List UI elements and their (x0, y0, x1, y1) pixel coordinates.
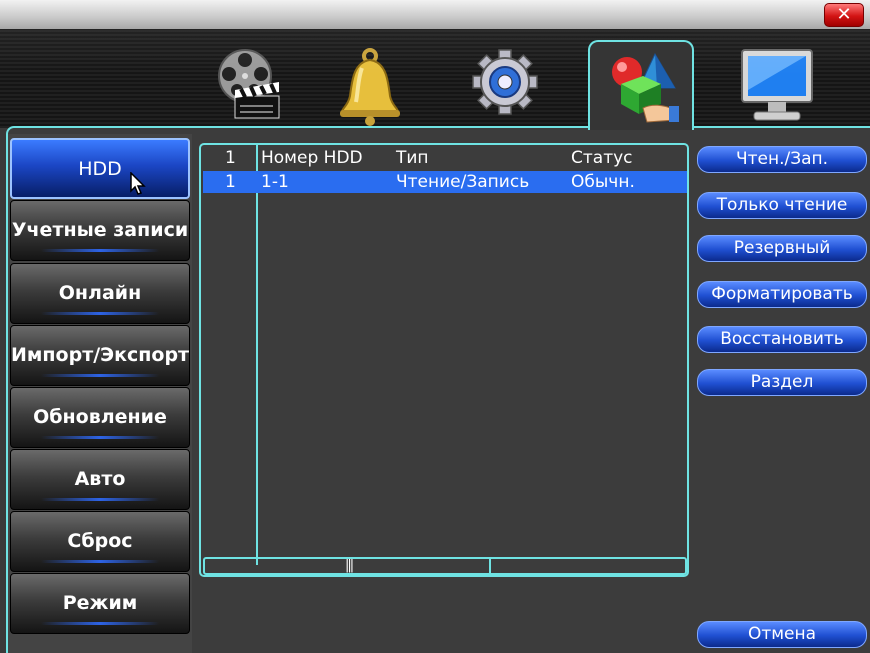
read-only-button[interactable]: Только чтение (697, 192, 867, 219)
mouse-pointer-icon (130, 172, 146, 195)
scroll-grip-icon: ||| (345, 558, 354, 573)
menu-item-import-export[interactable]: Импорт/Экспорт (10, 325, 190, 386)
advanced-tools-icon[interactable] (588, 40, 694, 130)
menu-item-mode[interactable]: Режим (10, 573, 190, 634)
recover-button[interactable]: Восстановить (697, 326, 867, 353)
format-button[interactable]: Форматировать (697, 281, 867, 308)
row-hdd-number: 1-1 (261, 172, 289, 192)
redundant-button[interactable]: Резервный (697, 235, 867, 262)
close-button[interactable]: ✕ (824, 3, 864, 27)
close-icon: ✕ (836, 4, 852, 25)
hdd-table: 1 Номер HDD Тип Статус 1 1-1 Чтение/Запи… (199, 143, 689, 577)
header-hdd-number: Номер HDD (261, 148, 363, 168)
partition-button[interactable]: Раздел (697, 369, 867, 396)
left-menu: HDD Учетные записи Онлайн Импорт/Экспорт… (8, 134, 192, 653)
cancel-button[interactable]: Отмена (697, 621, 867, 648)
menu-item-online[interactable]: Онлайн (10, 263, 190, 324)
menu-item-update[interactable]: Обновление (10, 387, 190, 448)
header-type: Тип (396, 148, 429, 168)
horizontal-scrollbar[interactable]: ||| (203, 557, 687, 575)
menu-item-auto[interactable]: Авто (10, 449, 190, 510)
row-type: Чтение/Запись (396, 172, 530, 192)
info-monitor-icon[interactable] (724, 40, 830, 128)
hdd-management-window: ✕ HDD Учетные записи Онлайн Импорт/Экспо… (0, 0, 870, 653)
read-write-button[interactable]: Чтен./Зап. (697, 146, 867, 173)
row-status: Обычн. (571, 172, 635, 192)
alarm-bell-icon[interactable] (317, 40, 423, 128)
table-row[interactable]: 1 1-1 Чтение/Запись Обычн. (203, 171, 687, 193)
row-index: 1 (225, 172, 236, 192)
record-film-icon[interactable] (194, 40, 300, 128)
column-divider (256, 145, 258, 565)
header-index: 1 (225, 148, 236, 168)
category-toolbar (0, 30, 870, 130)
menu-item-accounts[interactable]: Учетные записи (10, 200, 190, 261)
scrollbar-thumb[interactable]: ||| (205, 559, 491, 573)
menu-item-reset[interactable]: Сброс (10, 511, 190, 572)
title-bar: ✕ (0, 0, 870, 30)
table-header: 1 Номер HDD Тип Статус (203, 147, 687, 169)
header-status: Статус (571, 148, 633, 168)
system-gear-icon[interactable] (452, 40, 558, 128)
menu-item-hdd[interactable]: HDD (10, 138, 190, 199)
